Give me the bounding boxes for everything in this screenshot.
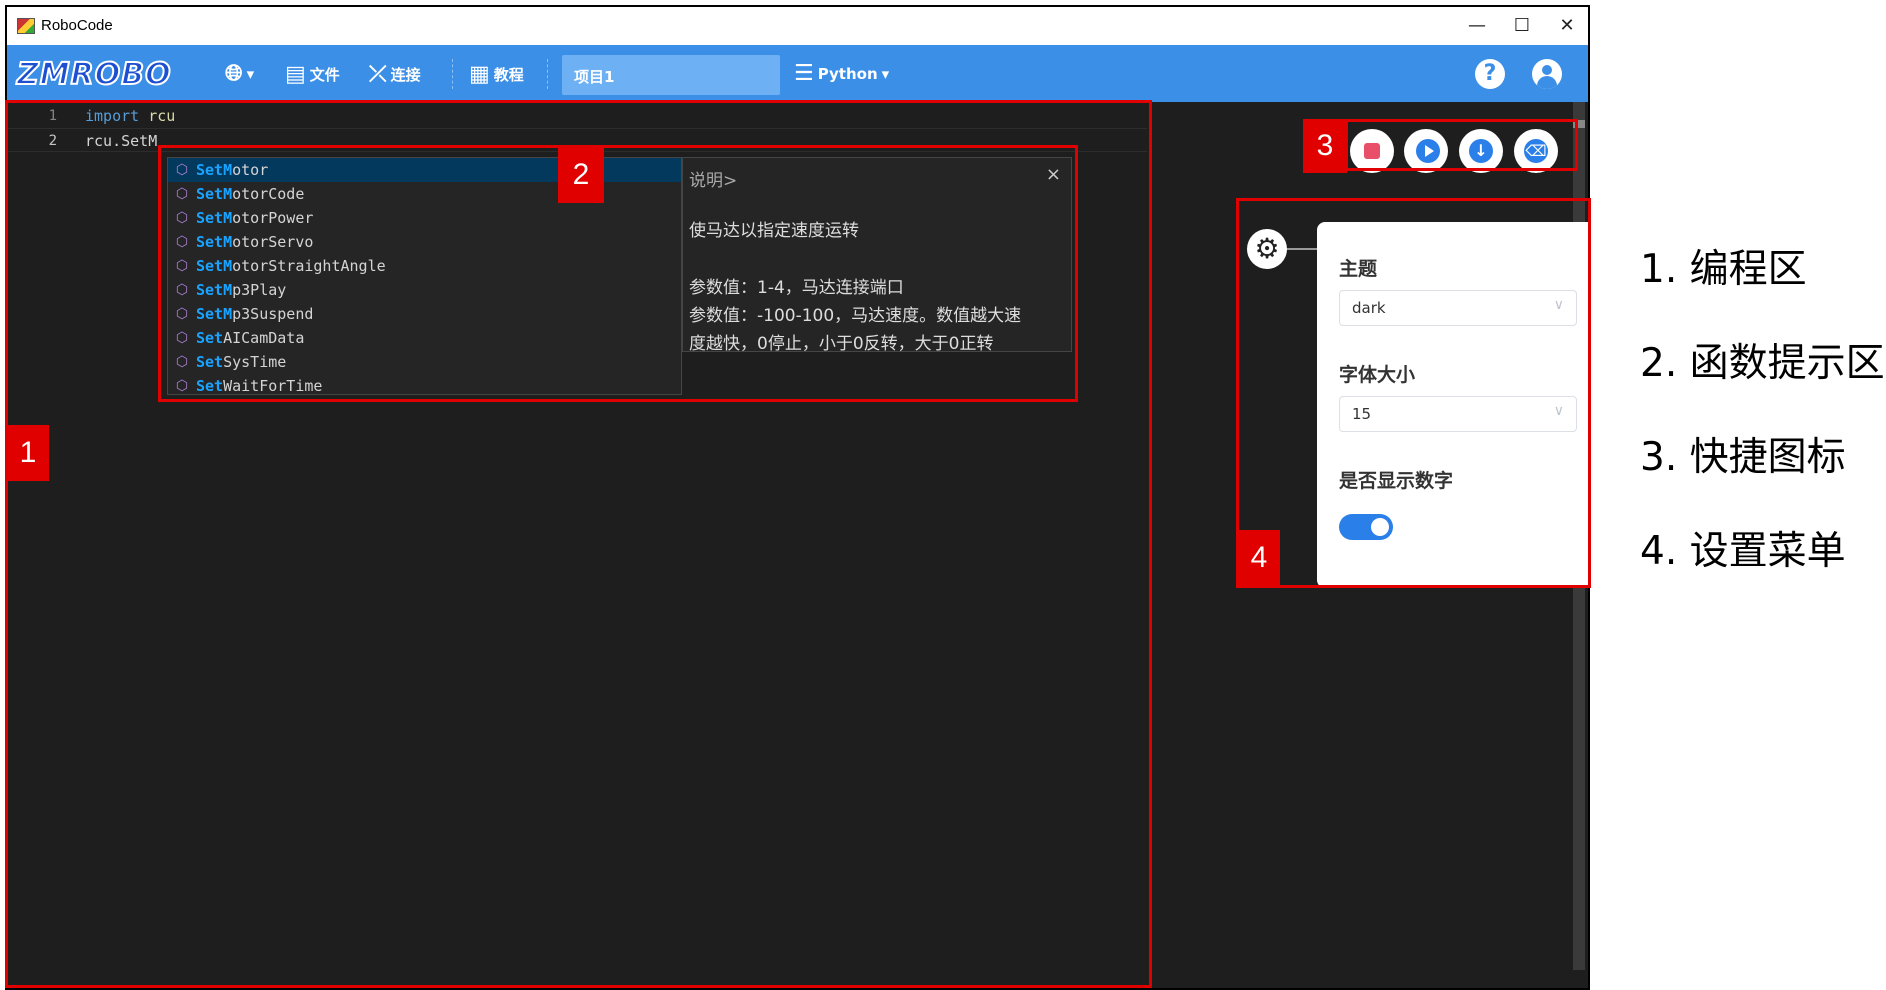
chevron-down-icon: ▾ — [246, 65, 255, 83]
legend-item: 4. 设置菜单 — [1640, 529, 1846, 574]
legend-item: 2. 函数提示区 — [1640, 341, 1885, 386]
screenshot-stage: RoboCode — ☐ ✕ ZMROBO 🌐︎ ▾ ▤ 文件 ⤫ 连接 ▦ 教… — [0, 0, 1886, 990]
maximize-button[interactable]: ☐ — [1502, 13, 1542, 39]
project-name-input[interactable]: 项目1 — [562, 55, 780, 95]
close-button[interactable]: ✕ — [1547, 13, 1587, 39]
language-mode-label: Python — [817, 65, 878, 83]
app-icon — [17, 18, 35, 34]
connect-label: 连接 — [390, 66, 421, 84]
annotation-box-settings — [1236, 198, 1591, 588]
legend-item: 3. 快捷图标 — [1640, 435, 1846, 480]
annotation-number: 4 — [1238, 530, 1280, 586]
file-menu-button[interactable]: ▤ 文件 — [285, 61, 340, 87]
toolbar-divider — [547, 59, 548, 89]
language-mode-select[interactable]: ☰ Python ▾ — [794, 61, 890, 86]
user-avatar-icon[interactable] — [1532, 59, 1562, 89]
globe-icon: 🌐︎ — [225, 61, 243, 86]
tutorial-label: 教程 — [493, 66, 524, 84]
chevron-down-icon: ▾ — [881, 65, 890, 83]
language-switch-button[interactable]: 🌐︎ ▾ — [225, 61, 255, 86]
window-title: RoboCode — [41, 17, 113, 34]
document-icon: ▤ — [285, 61, 306, 87]
title-bar: RoboCode — ☐ ✕ — [7, 7, 1588, 45]
minimize-button[interactable]: — — [1457, 13, 1497, 39]
book-icon: ▦ — [469, 61, 490, 87]
file-menu-label: 文件 — [309, 66, 340, 84]
tutorial-button[interactable]: ▦ 教程 — [469, 61, 524, 87]
connect-icon: ⤫ — [369, 61, 387, 87]
annotation-box-hints — [158, 145, 1078, 402]
annotation-number: 1 — [7, 425, 49, 481]
zmrobo-logo: ZMROBO — [16, 56, 172, 93]
annotation-number: 2 — [558, 147, 604, 203]
annotation-box-shortcuts — [1345, 119, 1578, 171]
top-toolbar: ZMROBO 🌐︎ ▾ ▤ 文件 ⤫ 连接 ▦ 教程 项目1 ☰ Python … — [7, 45, 1588, 102]
connect-button[interactable]: ⤫ 连接 — [369, 61, 421, 87]
toolbar-divider — [452, 59, 453, 89]
annotation-number: 3 — [1303, 119, 1347, 173]
help-icon[interactable]: ? — [1475, 59, 1505, 89]
legend-item: 1. 编程区 — [1640, 247, 1807, 292]
layers-icon: ☰ — [794, 61, 814, 86]
